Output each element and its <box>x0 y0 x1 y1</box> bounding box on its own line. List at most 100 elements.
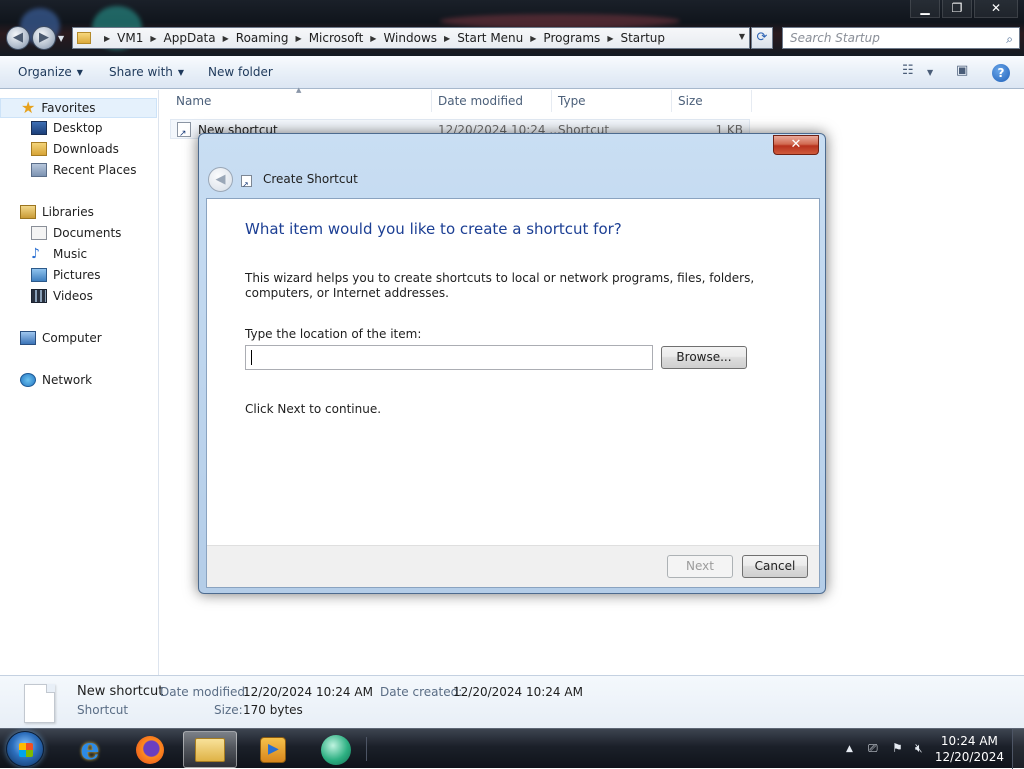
breadcrumb-chevron-icon[interactable]: ▶ <box>607 34 613 43</box>
continue-instruction: Click Next to continue. <box>245 402 382 416</box>
nav-pictures[interactable]: Pictures <box>31 268 101 282</box>
videos-icon <box>31 289 47 303</box>
search-icon[interactable]: ⌕ <box>1006 29 1013 49</box>
computer-icon <box>20 331 36 345</box>
nav-desktop-label: Desktop <box>53 121 103 135</box>
breadcrumb-windows[interactable]: Windows <box>383 31 437 45</box>
address-bar[interactable]: ▶ VM1 ▶ AppData ▶ Roaming ▶ Microsoft ▶ … <box>72 27 750 49</box>
window-controls: ▁ ❐ ✕ <box>910 0 1018 18</box>
recent-pages-dropdown[interactable]: ▼ <box>58 34 64 43</box>
device-icon[interactable]: ⎚ <box>868 741 878 756</box>
view-menu-icon[interactable]: ☷ <box>902 63 914 78</box>
organize-menu[interactable]: Organize ▼ <box>18 65 83 79</box>
clock-time: 10:24 AM <box>940 734 998 748</box>
nav-network-label: Network <box>42 373 93 387</box>
downloads-icon <box>31 142 47 156</box>
taskbar-windows-explorer[interactable] <box>183 731 237 768</box>
share-with-menu[interactable]: Share with ▼ <box>109 65 184 79</box>
help-icon[interactable]: ? <box>992 64 1010 82</box>
folder-icon <box>77 32 91 44</box>
wizard-back-button[interactable]: ◀ <box>208 167 233 192</box>
taskbar-internet-explorer[interactable]: e <box>63 731 117 768</box>
taskbar-divider <box>366 737 367 761</box>
breadcrumb-roaming[interactable]: Roaming <box>236 31 289 45</box>
details-size: 170 bytes <box>243 703 303 717</box>
breadcrumb-appdata[interactable]: AppData <box>164 31 216 45</box>
forward-button[interactable]: ▶ <box>32 26 56 50</box>
nav-documents[interactable]: Documents <box>31 226 121 240</box>
breadcrumb-startup[interactable]: Startup <box>620 31 665 45</box>
nav-downloads[interactable]: Downloads <box>31 142 119 156</box>
dialog-close-button[interactable]: ✕ <box>773 135 819 155</box>
maximize-button[interactable]: ❐ <box>942 0 972 18</box>
start-button[interactable] <box>6 731 44 767</box>
column-header-type[interactable]: Type <box>552 90 672 112</box>
details-pane: New shortcut Shortcut Date modified: 12/… <box>0 675 1024 728</box>
cancel-button[interactable]: Cancel <box>742 555 808 578</box>
music-icon: ♪ <box>31 246 40 262</box>
clock[interactable]: 10:24 AM 12/20/2024 <box>935 733 1004 765</box>
minimize-button[interactable]: ▁ <box>910 0 940 18</box>
breadcrumb-chevron-icon[interactable]: ▶ <box>223 34 229 43</box>
breadcrumb-chevron-icon[interactable]: ▶ <box>530 34 536 43</box>
details-file-type: Shortcut <box>77 703 129 717</box>
libraries-icon <box>20 205 36 219</box>
breadcrumb-chevron-icon[interactable]: ▶ <box>150 34 156 43</box>
show-hidden-icons-button[interactable]: ▲ <box>846 744 853 754</box>
volume-muted-icon[interactable]: 🔇︎ <box>915 741 923 756</box>
network-icon <box>20 373 36 387</box>
dialog-intro-text: This wizard helps you to create shortcut… <box>245 271 755 300</box>
breadcrumb-chevron-icon[interactable]: ▶ <box>296 34 302 43</box>
details-date-created-label: Date created: <box>380 685 463 699</box>
details-date-modified-label: Date modified: <box>160 685 250 699</box>
breadcrumb-chevron-icon[interactable]: ▶ <box>444 34 450 43</box>
details-date-modified: 12/20/2024 10:24 AM <box>243 685 373 699</box>
preview-pane-icon[interactable]: ▣ <box>956 63 968 78</box>
breadcrumb-chevron-icon[interactable]: ▶ <box>104 34 110 43</box>
nav-libraries-label: Libraries <box>42 205 94 219</box>
desktop-blur-red <box>440 14 680 28</box>
browse-button[interactable]: Browse... <box>661 346 747 369</box>
nav-recent-places[interactable]: Recent Places <box>31 163 136 177</box>
location-input[interactable] <box>245 345 653 370</box>
text-cursor <box>251 350 252 365</box>
taskbar-media-player[interactable] <box>246 731 300 768</box>
firefox-icon <box>136 735 164 764</box>
refresh-button[interactable]: ⟳ <box>751 27 773 49</box>
new-folder-button[interactable]: New folder <box>208 65 273 79</box>
nav-computer[interactable]: Computer <box>20 331 102 345</box>
nav-music[interactable]: ♪ Music <box>31 247 87 261</box>
shortcut-icon <box>177 122 191 139</box>
sort-ascending-icon: ▲ <box>296 86 302 94</box>
view-dropdown-chevron-icon[interactable]: ▼ <box>927 68 933 77</box>
breadcrumb-programs[interactable]: Programs <box>543 31 600 45</box>
back-button[interactable]: ◀ <box>6 26 30 50</box>
recent-places-icon <box>31 163 47 177</box>
location-label: Type the location of the item: <box>245 327 422 341</box>
documents-icon <box>31 226 47 240</box>
nav-desktop[interactable]: Desktop <box>31 121 103 135</box>
column-header-size[interactable]: Size <box>672 90 752 112</box>
nav-videos[interactable]: Videos <box>31 289 93 303</box>
next-button[interactable]: Next <box>667 555 733 578</box>
shortcut-icon <box>241 175 252 189</box>
show-desktop-button[interactable] <box>1012 729 1024 769</box>
app-globe-icon <box>321 734 351 765</box>
column-header-date-modified[interactable]: Date modified <box>432 90 552 112</box>
address-history-dropdown[interactable]: ▼ <box>739 32 745 41</box>
search-input[interactable]: Search Startup ⌕ <box>782 27 1020 49</box>
action-center-flag-icon[interactable]: ⚑ <box>892 741 903 755</box>
nav-libraries[interactable]: Libraries <box>20 205 94 219</box>
breadcrumb-microsoft[interactable]: Microsoft <box>309 31 364 45</box>
nav-favorites[interactable]: ★ Favorites <box>0 98 157 118</box>
nav-network[interactable]: Network <box>20 373 92 387</box>
breadcrumb-chevron-icon[interactable]: ▶ <box>370 34 376 43</box>
close-window-button[interactable]: ✕ <box>974 0 1018 18</box>
taskbar-firefox[interactable] <box>123 731 177 768</box>
nav-recent-places-label: Recent Places <box>53 163 137 177</box>
breadcrumb-vm1[interactable]: VM1 <box>117 31 143 45</box>
details-size-label: Size: <box>214 703 243 717</box>
details-file-name: New shortcut <box>77 684 164 699</box>
taskbar-app[interactable] <box>309 731 363 768</box>
breadcrumb-start-menu[interactable]: Start Menu <box>457 31 523 45</box>
